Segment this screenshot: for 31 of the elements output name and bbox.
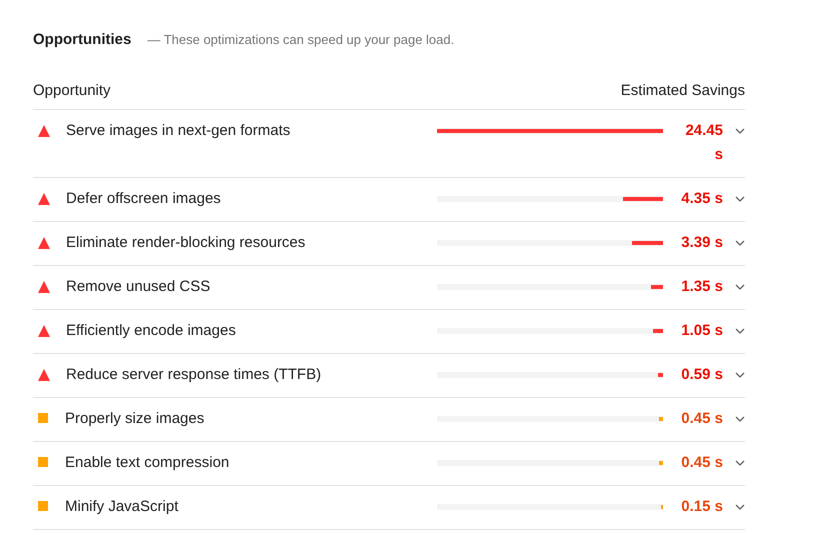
opportunity-label: Eliminate render-blocking resources xyxy=(66,233,306,253)
savings-value: 0.45 s xyxy=(680,409,723,429)
savings-value: 0.59 s xyxy=(680,365,723,385)
column-header: Opportunity xyxy=(33,82,111,99)
opportunity-label: Remove unused CSS xyxy=(66,277,212,297)
opportunity-row[interactable]: Properly size images 0.45 s xyxy=(33,398,745,442)
savings-value: 4.35 s xyxy=(680,189,723,209)
opportunity-label: Reduce server response times (TTFB) xyxy=(66,365,322,385)
opportunity-row[interactable]: Efficiently encode images 1.05 s xyxy=(33,310,745,354)
section-title: Opportunities xyxy=(33,31,132,48)
opportunity-row[interactable]: Defer offscreen images 4.35 s xyxy=(33,178,745,222)
opportunity-label: Efficiently encode images xyxy=(66,321,237,341)
opportunity-label: Properly size images xyxy=(65,409,206,429)
section-description: — These optimizations can speed up your page load. xyxy=(147,32,454,47)
opportunity-row[interactable]: Minify JavaScript 0.15 s xyxy=(33,486,745,530)
opportunity-row[interactable]: Enable text compression 0.45 s xyxy=(33,442,745,486)
opportunity-label: Serve images in next-gen formats xyxy=(66,121,292,141)
opportunity-label: Minify JavaScript xyxy=(65,497,180,517)
savings-value: 0.45 s xyxy=(680,453,723,473)
savings-value: 24.45 s xyxy=(684,121,723,165)
opportunity-row[interactable]: Serve images in next-gen formats 24.45 s xyxy=(33,110,745,178)
savings-value: 0.15 s xyxy=(680,497,723,517)
opportunity-row[interactable]: Reduce server response times (TTFB) 0.59 s xyxy=(33,354,745,398)
savings-value: 1.35 s xyxy=(680,277,723,297)
opportunity-label: Enable text compression xyxy=(65,453,230,473)
opportunity-row[interactable]: Remove unused CSS 1.35 s xyxy=(33,266,745,310)
opportunity-label: Defer offscreen images xyxy=(66,189,222,209)
savings-value: 1.05 s xyxy=(680,321,723,341)
column-header: Estimated Savings xyxy=(620,82,745,99)
savings-value: 3.39 s xyxy=(680,233,723,253)
opportunity-row[interactable]: Eliminate render-blocking resources 3.39 s xyxy=(33,222,745,266)
